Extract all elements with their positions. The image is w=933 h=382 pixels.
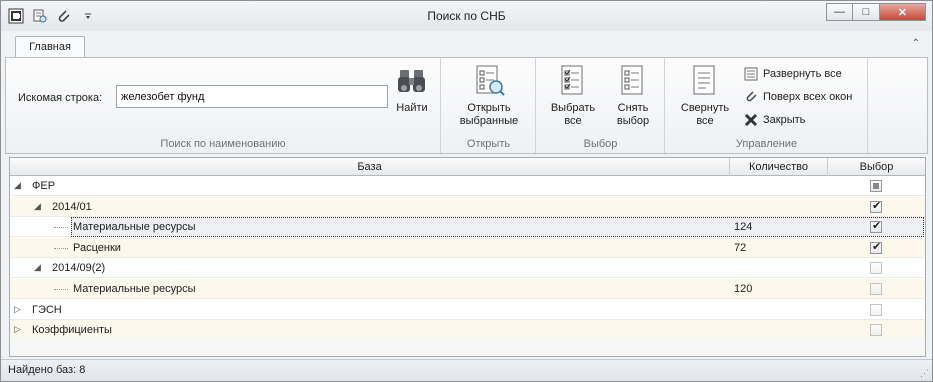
column-header-select[interactable]: Выбор <box>828 158 925 176</box>
select-checkbox[interactable] <box>870 219 882 234</box>
deselect-button[interactable]: Снять выбор <box>607 64 659 128</box>
window-controls: — □ ✕ <box>826 3 926 21</box>
search-group: Искомая строка: Найти Поиск по наименова… <box>6 58 441 153</box>
select-checkbox[interactable] <box>870 180 882 192</box>
database-tree-grid: База Количество Выбор ◢ ФЕР ◢ 2014/01 Матери… <box>9 157 926 357</box>
select-checkbox[interactable] <box>870 262 882 275</box>
open-selected-line1: Открыть <box>467 102 511 114</box>
search-label: Искомая строка: <box>18 92 103 104</box>
tree-connector <box>54 247 68 249</box>
expand-node-icon[interactable]: ▷ <box>14 304 21 315</box>
cell-base-name: Коэффициенты <box>32 324 112 337</box>
on-top-label: Поверх всех окон <box>763 91 853 103</box>
cell-quantity: 72 <box>734 241 747 254</box>
status-bar: Найдено баз: 8 ⋰ <box>1 359 932 381</box>
ribbon: Искомая строка: Найти Поиск по наименова… <box>5 57 928 154</box>
collapse-node-icon[interactable]: ◢ <box>34 201 41 212</box>
select-checkbox[interactable] <box>870 324 882 337</box>
expand-all-button[interactable]: Развернуть все <box>744 67 842 81</box>
cell-base-name: ГЭСН <box>32 303 62 316</box>
table-row[interactable]: ▷ ГЭСН <box>10 300 925 320</box>
cell-quantity: 124 <box>734 221 753 234</box>
open-selected-line2: выбранные <box>459 115 519 127</box>
find-button-label: Найти <box>396 102 428 114</box>
deselect-line2: выбор <box>616 115 650 127</box>
cell-base-name: Материальные ресурсы <box>73 283 196 295</box>
grid-header: База Количество Выбор <box>10 158 925 176</box>
collapse-all-button[interactable]: Свернуть все <box>674 64 736 128</box>
close-window-button[interactable]: ✕ <box>880 3 926 21</box>
find-button[interactable]: Найти <box>392 64 432 115</box>
close-label: Закрыть <box>763 114 806 126</box>
expand-node-icon[interactable]: ▷ <box>14 324 21 335</box>
select-checkbox[interactable] <box>870 240 882 254</box>
ribbon-tab-row: Главная ⌃ <box>1 31 932 58</box>
table-row[interactable]: Материальные ресурсы 120 <box>10 279 925 299</box>
column-header-quantity[interactable]: Количество <box>730 158 828 176</box>
collapse-list-icon <box>693 65 715 95</box>
manage-group: Свернуть все Развернуть все Поверх всех … <box>666 58 868 153</box>
cell-base-name: 2014/09(2) <box>52 262 106 275</box>
collapse-all-line1: Свернуть <box>680 102 730 114</box>
pin-icon <box>746 91 757 102</box>
select-checkbox[interactable] <box>870 199 882 213</box>
window-title: Поиск по СНБ <box>427 9 506 23</box>
search-group-label: Поиск по наименованию <box>160 138 286 150</box>
tree-connector <box>54 227 68 229</box>
title-bar: Поиск по СНБ — □ ✕ <box>1 1 932 31</box>
table-row[interactable]: ◢ 2014/09(2) <box>10 258 925 279</box>
empty-checklist-icon <box>621 65 643 95</box>
on-top-button[interactable]: Поверх всех окон <box>744 90 852 104</box>
open-group: Открыть выбранные Открыть <box>442 58 536 153</box>
column-header-base[interactable]: База <box>10 158 730 176</box>
deselect-line1: Снять <box>617 102 649 114</box>
table-row[interactable]: ◢ ФЕР <box>10 176 925 196</box>
binoculars-icon <box>398 70 425 92</box>
select-all-line1: Выбрать <box>550 102 596 114</box>
manage-group-label: Управление <box>735 138 798 150</box>
cell-base-name: Расценки <box>73 241 121 254</box>
grid-empty-area <box>10 337 925 356</box>
tab-main[interactable]: Главная <box>15 36 85 58</box>
table-row[interactable]: Расценки 72 <box>10 237 925 258</box>
close-button[interactable]: Закрыть <box>744 113 805 127</box>
resize-grip-icon[interactable]: ⋰ <box>920 368 929 379</box>
cell-base-name: 2014/01 <box>52 200 92 213</box>
main-window: Поиск по СНБ — □ ✕ Главная ⌃ Искомая стр… <box>0 0 933 382</box>
open-group-label: Открыть <box>466 138 511 150</box>
checklist-icon <box>561 65 583 95</box>
select-all-line2: все <box>564 115 582 127</box>
cell-base-name: ФЕР <box>32 180 56 192</box>
cell-base-name: Материальные ресурсы <box>73 221 196 234</box>
status-text: Найдено баз: 8 <box>8 364 86 376</box>
select-group-label: Выбор <box>583 138 618 150</box>
collapse-ribbon-icon[interactable]: ⌃ <box>912 38 920 49</box>
select-group: Выбрать все Снять выбор Выбор <box>537 58 665 153</box>
minimize-button[interactable]: — <box>826 3 853 21</box>
expand-list-icon <box>744 67 758 81</box>
expand-all-label: Развернуть все <box>763 68 842 80</box>
close-x-icon <box>744 113 758 127</box>
select-checkbox[interactable] <box>870 283 882 295</box>
collapse-node-icon[interactable]: ◢ <box>34 262 41 273</box>
cell-quantity: 120 <box>734 283 753 295</box>
table-row[interactable]: Материальные ресурсы 124 <box>10 217 925 238</box>
collapse-node-icon[interactable]: ◢ <box>14 180 21 191</box>
collapse-all-line2: все <box>696 115 714 127</box>
select-all-button[interactable]: Выбрать все <box>545 64 601 128</box>
open-list-icon <box>476 65 505 96</box>
search-input[interactable] <box>116 85 388 108</box>
table-row[interactable]: ◢ 2014/01 <box>10 196 925 217</box>
maximize-button[interactable]: □ <box>853 3 880 21</box>
tree-connector <box>54 289 68 290</box>
select-checkbox[interactable] <box>870 303 882 316</box>
open-selected-button[interactable]: Открыть выбранные <box>446 64 532 128</box>
selection-highlight <box>71 217 924 238</box>
